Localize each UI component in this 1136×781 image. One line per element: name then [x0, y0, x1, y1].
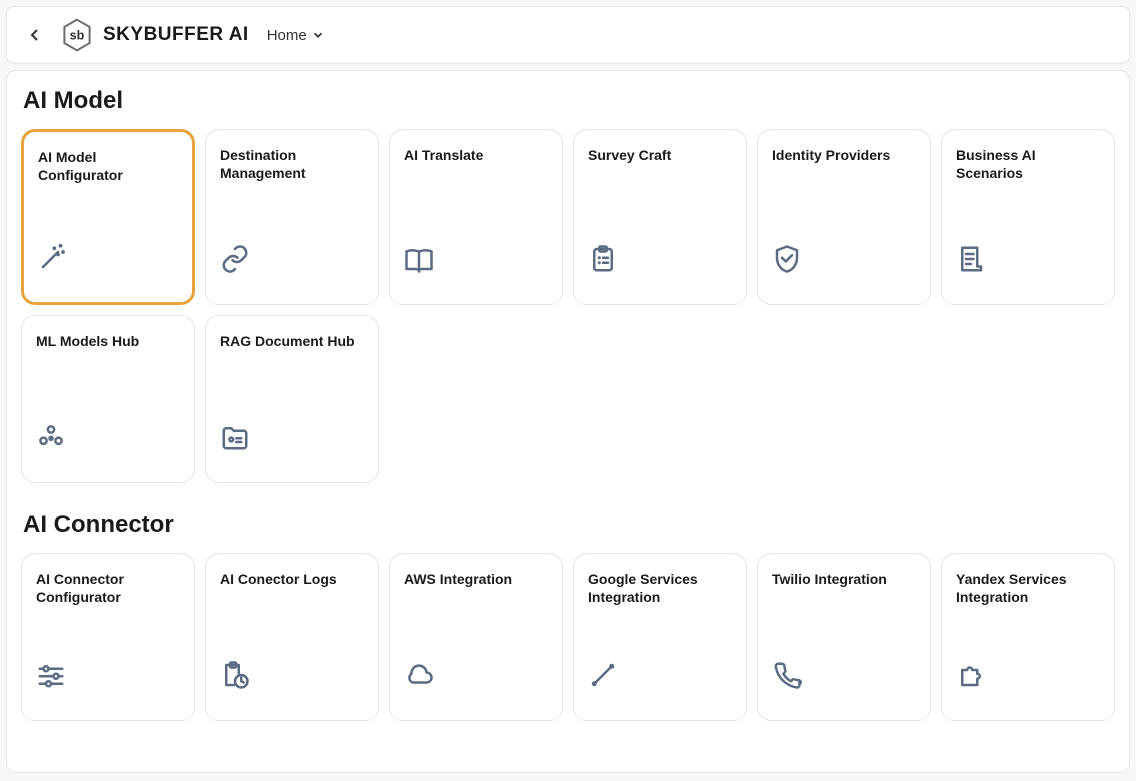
chevron-left-icon: [27, 27, 43, 43]
link-icon: [220, 244, 250, 274]
brand-text: SKYBUFFER AI: [103, 24, 249, 46]
card-survey-craft[interactable]: Survey Craft: [573, 129, 747, 305]
card-title: ML Models Hub: [36, 332, 180, 350]
nav-home-label: Home: [267, 27, 307, 44]
card-ai-connector-logs[interactable]: AI Conector Logs: [205, 553, 379, 721]
phone-icon: [772, 660, 802, 690]
card-title: AI Model Configurator: [38, 148, 178, 184]
card-title: AI Connector Configurator: [36, 570, 180, 606]
card-destination-management[interactable]: Destination Management: [205, 129, 379, 305]
card-title: Twilio Integration: [772, 570, 916, 588]
card-ml-models-hub[interactable]: ML Models Hub: [21, 315, 195, 483]
card-title: Google Services Integration: [588, 570, 732, 606]
section-title-ai-model: AI Model: [23, 87, 1115, 115]
doc-lines-icon: [956, 244, 986, 274]
shield-icon: [772, 244, 802, 274]
card-title: Survey Craft: [588, 146, 732, 164]
nav-home[interactable]: Home: [267, 27, 325, 44]
clipboard-icon: [588, 244, 618, 274]
card-ai-model-configurator[interactable]: AI Model Configurator: [21, 129, 195, 305]
card-identity-providers[interactable]: Identity Providers: [757, 129, 931, 305]
card-title: Business AI Scenarios: [956, 146, 1100, 182]
card-title: AWS Integration: [404, 570, 548, 588]
card-twilio-integration[interactable]: Twilio Integration: [757, 553, 931, 721]
card-ai-connector-configurator[interactable]: AI Connector Configurator: [21, 553, 195, 721]
card-yandex-services-integration[interactable]: Yandex Services Integration: [941, 553, 1115, 721]
card-title: Identity Providers: [772, 146, 916, 164]
section-title-ai-connector: AI Connector: [23, 511, 1115, 539]
ai-connector-grid: AI Connector Configurator AI Conector Lo…: [21, 553, 1115, 721]
card-title: Destination Management: [220, 146, 364, 182]
folder-id-icon: [220, 422, 250, 452]
diagonal-icon: [588, 660, 618, 690]
sliders-icon: [36, 660, 66, 690]
clipboard-clock-icon: [220, 660, 250, 690]
main-area: AI Model AI Model Configurator Destinati…: [6, 70, 1130, 773]
back-button[interactable]: [23, 23, 47, 47]
ai-model-grid: AI Model Configurator Destination Manage…: [21, 129, 1115, 483]
cloud-icon: [404, 660, 434, 690]
svg-text:sb: sb: [70, 29, 85, 43]
header-bar: sb SKYBUFFER AI Home: [6, 6, 1130, 64]
card-title: AI Translate: [404, 146, 548, 164]
card-title: Yandex Services Integration: [956, 570, 1100, 606]
card-google-services-integration[interactable]: Google Services Integration: [573, 553, 747, 721]
book-icon: [404, 244, 434, 274]
card-title: AI Conector Logs: [220, 570, 364, 588]
puzzle-icon: [956, 660, 986, 690]
circles-icon: [36, 422, 66, 452]
card-title: RAG Document Hub: [220, 332, 364, 350]
wand-icon: [38, 242, 68, 272]
card-ai-translate[interactable]: AI Translate: [389, 129, 563, 305]
card-rag-document-hub[interactable]: RAG Document Hub: [205, 315, 379, 483]
logo-icon: sb: [59, 17, 95, 53]
logo: sb SKYBUFFER AI: [59, 17, 249, 53]
card-aws-integration[interactable]: AWS Integration: [389, 553, 563, 721]
card-business-ai-scenarios[interactable]: Business AI Scenarios: [941, 129, 1115, 305]
chevron-down-icon: [311, 28, 325, 42]
